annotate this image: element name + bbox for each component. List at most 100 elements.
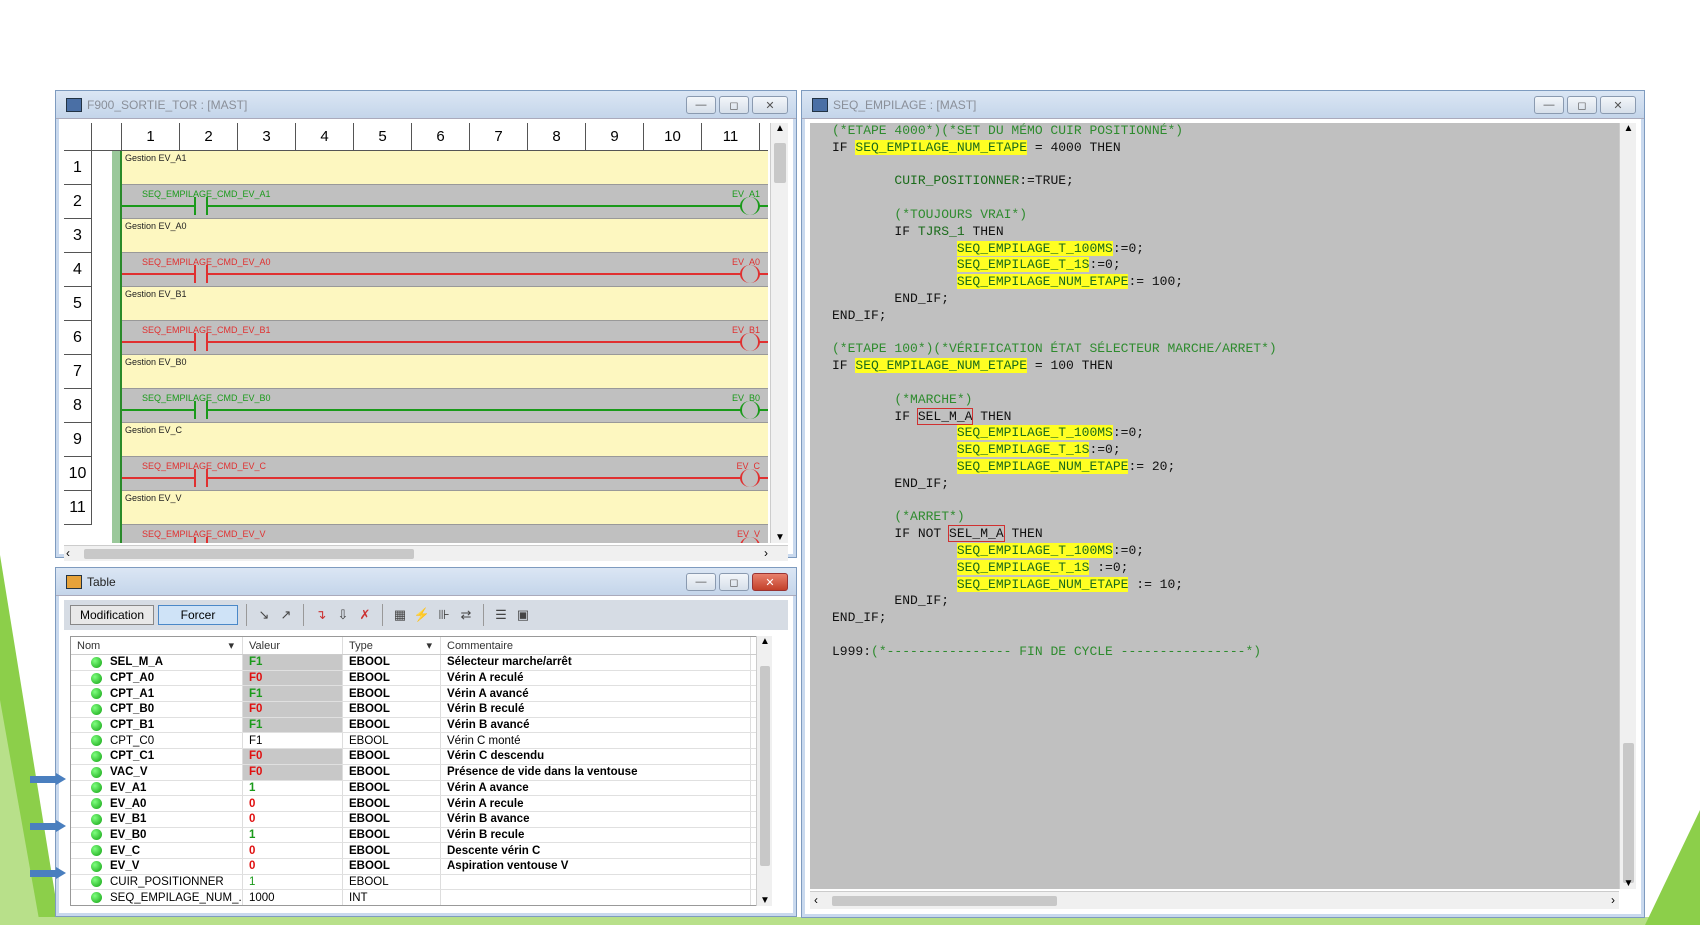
forcer-button[interactable]: Forcer [158, 605, 238, 625]
rung-comment[interactable]: Gestion EV_A1 [122, 151, 768, 185]
unforce-icon[interactable]: ✗ [356, 606, 374, 624]
animation-table[interactable]: Nom ▾ Valeur Type ▾ Commentaire SEL_M_A F1 E… [70, 636, 772, 906]
cell-nom[interactable]: EV_A0 [71, 796, 243, 811]
table-row[interactable]: VAC_V F0 EBOOL Présence de vide dans la ven… [71, 764, 771, 781]
force-0-icon[interactable]: ↘ [255, 606, 273, 624]
table-row[interactable]: SEL_M_A F1 EBOOL Sélecteur marche/arrêt [71, 655, 771, 671]
code-hscrollbar[interactable]: ‹ › [810, 891, 1619, 909]
scroll-down-icon[interactable]: ▼ [1620, 878, 1637, 889]
cell-nom[interactable]: CPT_B1 [71, 717, 243, 733]
ladder-titlebar[interactable]: F900_SORTIE_TOR : [MAST] — ◻ ✕ [56, 91, 796, 119]
rung-logic[interactable]: SEQ_EMPILAGE_CMD_EV_C EV_C [122, 457, 768, 491]
set-icon[interactable]: ↴ [312, 606, 330, 624]
rung-comment[interactable]: Gestion EV_C [122, 423, 768, 457]
cell-valeur[interactable]: 0 [243, 858, 343, 874]
chevron-down-icon[interactable]: ▾ [228, 639, 242, 652]
cell-valeur[interactable]: 0 [243, 796, 343, 811]
table-row[interactable]: EV_B0 1 EBOOL Vérin B recule [71, 827, 771, 844]
scroll-up-icon[interactable]: ▲ [757, 636, 773, 647]
scroll-up-icon[interactable]: ▲ [1620, 123, 1637, 134]
lightning-icon[interactable]: ⚡ [413, 606, 431, 624]
chevron-down-icon[interactable]: ▾ [426, 639, 440, 652]
rung-logic[interactable]: SEQ_EMPILAGE_CMD_EV_B0 EV_B0 [122, 389, 768, 423]
maximize-button[interactable]: ◻ [1567, 96, 1597, 114]
cell-nom[interactable]: EV_B0 [71, 827, 243, 843]
toggle-icon[interactable]: ⇄ [457, 606, 475, 624]
table-row[interactable]: EV_B1 0 EBOOL Vérin B avance [71, 811, 771, 828]
code-hscroll-thumb[interactable] [832, 896, 1057, 906]
scroll-left-icon[interactable]: ‹ [66, 546, 70, 560]
maximize-button[interactable]: ◻ [719, 573, 749, 591]
rung-logic[interactable]: SEQ_EMPILAGE_CMD_EV_V EV_V [122, 525, 768, 543]
header-nom[interactable]: Nom ▾ [71, 637, 243, 654]
cell-valeur[interactable]: F0 [243, 670, 343, 686]
st-code-editor[interactable]: (*ETAPE 4000*)(*SET DU MÉMO CUIR POSITIO… [810, 123, 1619, 889]
force-1-icon[interactable]: ↗ [277, 606, 295, 624]
table-row[interactable]: CPT_B0 F0 EBOOL Vérin B reculé [71, 702, 771, 718]
scroll-left-icon[interactable]: ‹ [814, 893, 818, 907]
table-row[interactable]: SEQ_EMPILAGE_NUM_... 1000 INT [71, 890, 771, 905]
code-titlebar[interactable]: SEQ_EMPILAGE : [MAST] — ◻ ✕ [802, 91, 1644, 119]
contact-symbol[interactable] [194, 401, 208, 419]
cell-valeur[interactable]: 1 [243, 874, 343, 890]
modification-button[interactable]: Modification [70, 605, 154, 625]
rung-logic[interactable]: SEQ_EMPILAGE_CMD_EV_B1 EV_B1 [122, 321, 768, 355]
table-row[interactable]: CPT_C1 F0 EBOOL Vérin C descendu [71, 749, 771, 765]
cell-valeur[interactable]: 0 [243, 843, 343, 858]
scroll-right-icon[interactable]: › [764, 546, 768, 560]
cell-valeur[interactable]: 1 [243, 780, 343, 796]
table-row[interactable]: EV_V 0 EBOOL Aspiration ventouse V [71, 858, 771, 875]
cell-nom[interactable]: VAC_V [71, 764, 243, 780]
ladder-editor[interactable]: 1 2 3 4 5 6 7 8 9 10 11 1 2 3 4 5 6 7 8 9 10 11 Gestion EV_A1… [64, 123, 768, 543]
contact-symbol[interactable] [194, 197, 208, 215]
contact-symbol[interactable] [194, 469, 208, 487]
cell-valeur[interactable]: 1 [243, 827, 343, 843]
cell-valeur[interactable]: 1000 [243, 890, 343, 905]
table-row[interactable]: EV_C 0 EBOOL Descente vérin C [71, 843, 771, 859]
table-vscrollbar[interactable]: ▲ ▼ [756, 636, 772, 906]
scroll-down-icon[interactable]: ▼ [757, 895, 773, 906]
grid-icon[interactable]: ▦ [391, 606, 409, 624]
coil-symbol[interactable] [740, 469, 760, 487]
cell-valeur[interactable]: F0 [243, 749, 343, 764]
code-vscroll-thumb[interactable] [1623, 743, 1634, 883]
step-icon[interactable]: ⊪ [435, 606, 453, 624]
maximize-button[interactable]: ◻ [719, 96, 749, 114]
cell-valeur[interactable]: F1 [243, 733, 343, 749]
properties-icon[interactable]: ▣ [514, 606, 532, 624]
coil-symbol[interactable] [740, 197, 760, 215]
rung-comment[interactable]: Gestion EV_A0 [122, 219, 768, 253]
coil-symbol[interactable] [740, 333, 760, 351]
rung-comment[interactable]: Gestion EV_B0 [122, 355, 768, 389]
table-row[interactable]: CPT_B1 F1 EBOOL Vérin B avancé [71, 717, 771, 734]
rung-logic[interactable]: SEQ_EMPILAGE_CMD_EV_A0 EV_A0 [122, 253, 768, 287]
table-vscroll-thumb[interactable] [760, 666, 770, 866]
scroll-right-icon[interactable]: › [1611, 893, 1615, 907]
cell-nom[interactable]: SEL_M_A [71, 655, 243, 670]
table-row[interactable]: CPT_A1 F1 EBOOL Vérin A avancé [71, 686, 771, 703]
contact-symbol[interactable] [194, 537, 208, 543]
display-icon[interactable]: ☰ [492, 606, 510, 624]
ladder-vscrollbar[interactable]: ▲ ▼ [770, 123, 788, 543]
minimize-button[interactable]: — [1534, 96, 1564, 114]
ladder-vscroll-thumb[interactable] [774, 143, 786, 183]
cell-valeur[interactable]: F0 [243, 702, 343, 717]
table-row[interactable]: CPT_C0 F1 EBOOL Vérin C monté [71, 733, 771, 750]
code-vscrollbar[interactable]: ▲ ▼ [1619, 123, 1636, 889]
close-button[interactable]: ✕ [1600, 96, 1636, 114]
cell-nom[interactable]: CPT_B0 [71, 702, 243, 717]
header-valeur[interactable]: Valeur [243, 637, 343, 654]
cell-nom[interactable]: EV_B1 [71, 811, 243, 827]
table-titlebar[interactable]: Table — ◻ ✕ [56, 568, 796, 596]
minimize-button[interactable]: — [686, 96, 716, 114]
cell-valeur[interactable]: F1 [243, 717, 343, 733]
table-row[interactable]: CUIR_POSITIONNER 1 EBOOL [71, 874, 771, 891]
contact-symbol[interactable] [194, 333, 208, 351]
minimize-button[interactable]: — [686, 573, 716, 591]
ladder-hscroll-thumb[interactable] [84, 549, 414, 559]
cell-valeur[interactable]: F1 [243, 655, 343, 670]
scroll-down-icon[interactable]: ▼ [771, 532, 789, 543]
rung-comment[interactable]: Gestion EV_B1 [122, 287, 768, 321]
table-row[interactable]: EV_A1 1 EBOOL Vérin A avance [71, 780, 771, 797]
cell-nom[interactable]: CPT_C0 [71, 733, 243, 749]
